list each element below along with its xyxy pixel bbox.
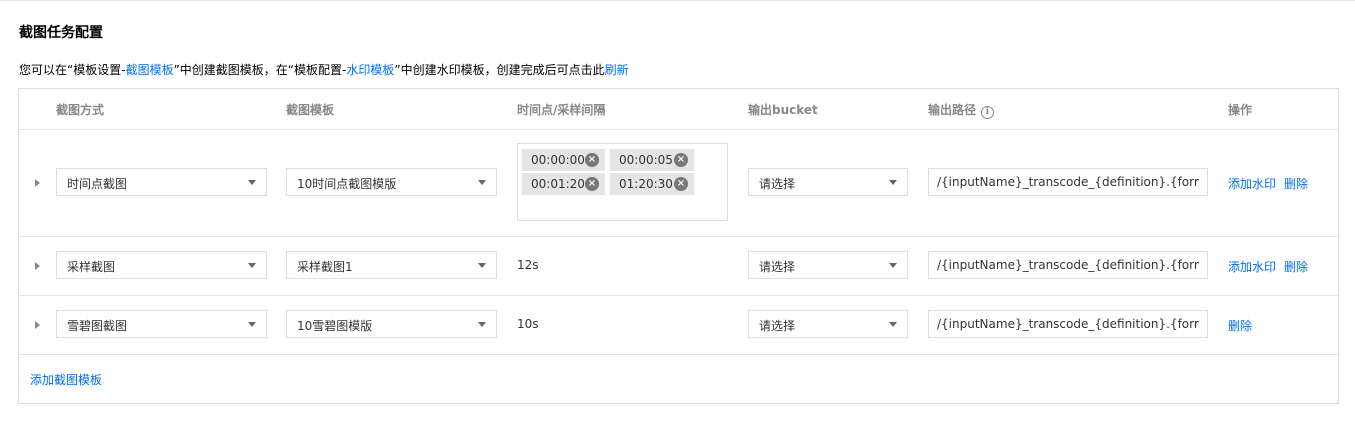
close-circle-icon[interactable]: ×: [674, 177, 688, 191]
time-point-tag-label: 01:20:30: [619, 177, 673, 191]
time-point-tag: 00:00:05 ×: [610, 149, 694, 171]
column-header-path-label: 输出路径: [928, 103, 977, 117]
template-select[interactable]: 采样截图1: [286, 251, 497, 279]
chevron-down-icon: [248, 322, 256, 327]
output-path-input[interactable]: [928, 168, 1208, 196]
bucket-select-value: 请选择: [759, 319, 796, 333]
time-point-tag: 00:01:20 ×: [522, 173, 605, 195]
watermark-template-link[interactable]: 水印模板: [346, 63, 394, 77]
time-point-tag: 00:00:00 ×: [522, 149, 605, 171]
hint-part-1: 您可以在“模板设置-: [19, 63, 126, 77]
add-watermark-link[interactable]: 添加水印: [1228, 177, 1276, 191]
row-actions: 添加水印 删除: [1228, 175, 1316, 192]
column-header-template: 截图模板: [286, 103, 335, 117]
add-watermark-link[interactable]: 添加水印: [1228, 260, 1276, 274]
output-path-input[interactable]: [928, 251, 1208, 279]
template-select-value: 采样截图1: [297, 260, 353, 274]
expand-row-icon[interactable]: [35, 321, 40, 329]
template-select[interactable]: 10雪碧图模版: [286, 310, 497, 338]
bucket-select-value: 请选择: [759, 260, 796, 274]
close-circle-icon[interactable]: ×: [585, 177, 599, 191]
close-circle-icon[interactable]: ×: [585, 153, 599, 167]
hint-part-3: ”中创建水印模板，创建完成后可点击此: [394, 63, 605, 77]
expand-row-icon[interactable]: [35, 179, 40, 187]
method-select-value: 采样截图: [67, 260, 116, 274]
method-select[interactable]: 采样截图: [56, 251, 267, 279]
sample-interval-value: 12s: [517, 258, 539, 272]
column-header-interval: 时间点/采样间隔: [517, 103, 606, 117]
delete-link[interactable]: 删除: [1228, 319, 1252, 333]
method-select[interactable]: 时间点截图: [56, 168, 267, 196]
snapshot-config-table: 截图方式 截图模板 时间点/采样间隔 输出bucket 输出路径 i 操作 时间点…: [18, 88, 1339, 404]
column-header-method: 截图方式: [56, 103, 105, 117]
row-actions: 删除: [1228, 317, 1260, 334]
column-header-actions: 操作: [1228, 103, 1253, 117]
chevron-down-icon: [478, 263, 486, 268]
info-icon[interactable]: i: [981, 106, 995, 119]
snapshot-template-link[interactable]: 截图模板: [126, 63, 174, 77]
bucket-select[interactable]: 请选择: [748, 251, 908, 279]
template-select-value: 10时间点截图模版: [297, 177, 397, 191]
bucket-select[interactable]: 请选择: [748, 310, 908, 338]
time-point-tag: 01:20:30 ×: [610, 173, 694, 195]
table-header: 截图方式 截图模板 时间点/采样间隔 输出bucket 输出路径 i 操作: [19, 89, 1338, 130]
refresh-link[interactable]: 刷新: [605, 63, 629, 77]
time-point-tag-label: 00:00:05: [619, 153, 673, 167]
chevron-down-icon: [478, 180, 486, 185]
hint-text: 您可以在“模板设置-截图模板”中创建截图模板，在“模板配置-水印模板”中创建水印…: [19, 61, 629, 78]
chevron-down-icon: [889, 180, 897, 185]
section-title: 截图任务配置: [19, 25, 103, 41]
chevron-down-icon: [478, 322, 486, 327]
sample-interval-value: 10s: [517, 317, 539, 331]
output-path-input[interactable]: [928, 310, 1208, 338]
add-snapshot-template-link[interactable]: 添加截图模板: [30, 371, 102, 388]
top-divider: [0, 0, 1355, 1]
bucket-select[interactable]: 请选择: [748, 168, 908, 196]
template-select-value: 10雪碧图模版: [297, 319, 373, 333]
chevron-down-icon: [248, 180, 256, 185]
chevron-down-icon: [248, 263, 256, 268]
table-row: 时间点截图 10时间点截图模版 00:00:00 × 00:00:05 × 00…: [19, 130, 1338, 237]
time-point-tag-label: 00:01:20: [531, 177, 585, 191]
column-header-bucket: 输出bucket: [748, 103, 818, 117]
chevron-down-icon: [889, 322, 897, 327]
time-point-tag-input[interactable]: 00:00:00 × 00:00:05 × 00:01:20 × 01:20:3…: [517, 143, 728, 221]
table-row: 采样截图 采样截图1 12s 请选择 添加水印删除: [19, 237, 1338, 296]
bucket-select-value: 请选择: [759, 177, 796, 191]
method-select[interactable]: 雪碧图截图: [56, 310, 267, 338]
chevron-down-icon: [889, 263, 897, 268]
column-header-path: 输出路径 i: [928, 101, 995, 119]
hint-part-2: ”中创建截图模板，在“模板配置-: [173, 63, 347, 77]
table-row: 雪碧图截图 10雪碧图模版 10s 请选择 删除: [19, 296, 1338, 355]
method-select-value: 时间点截图: [67, 177, 128, 191]
delete-link[interactable]: 删除: [1284, 177, 1308, 191]
close-circle-icon[interactable]: ×: [674, 153, 688, 167]
delete-link[interactable]: 删除: [1284, 260, 1308, 274]
expand-row-icon[interactable]: [35, 262, 40, 270]
row-actions: 添加水印 删除: [1228, 258, 1316, 275]
time-point-tag-label: 00:00:00: [531, 153, 585, 167]
template-select[interactable]: 10时间点截图模版: [286, 168, 497, 196]
method-select-value: 雪碧图截图: [67, 319, 128, 333]
